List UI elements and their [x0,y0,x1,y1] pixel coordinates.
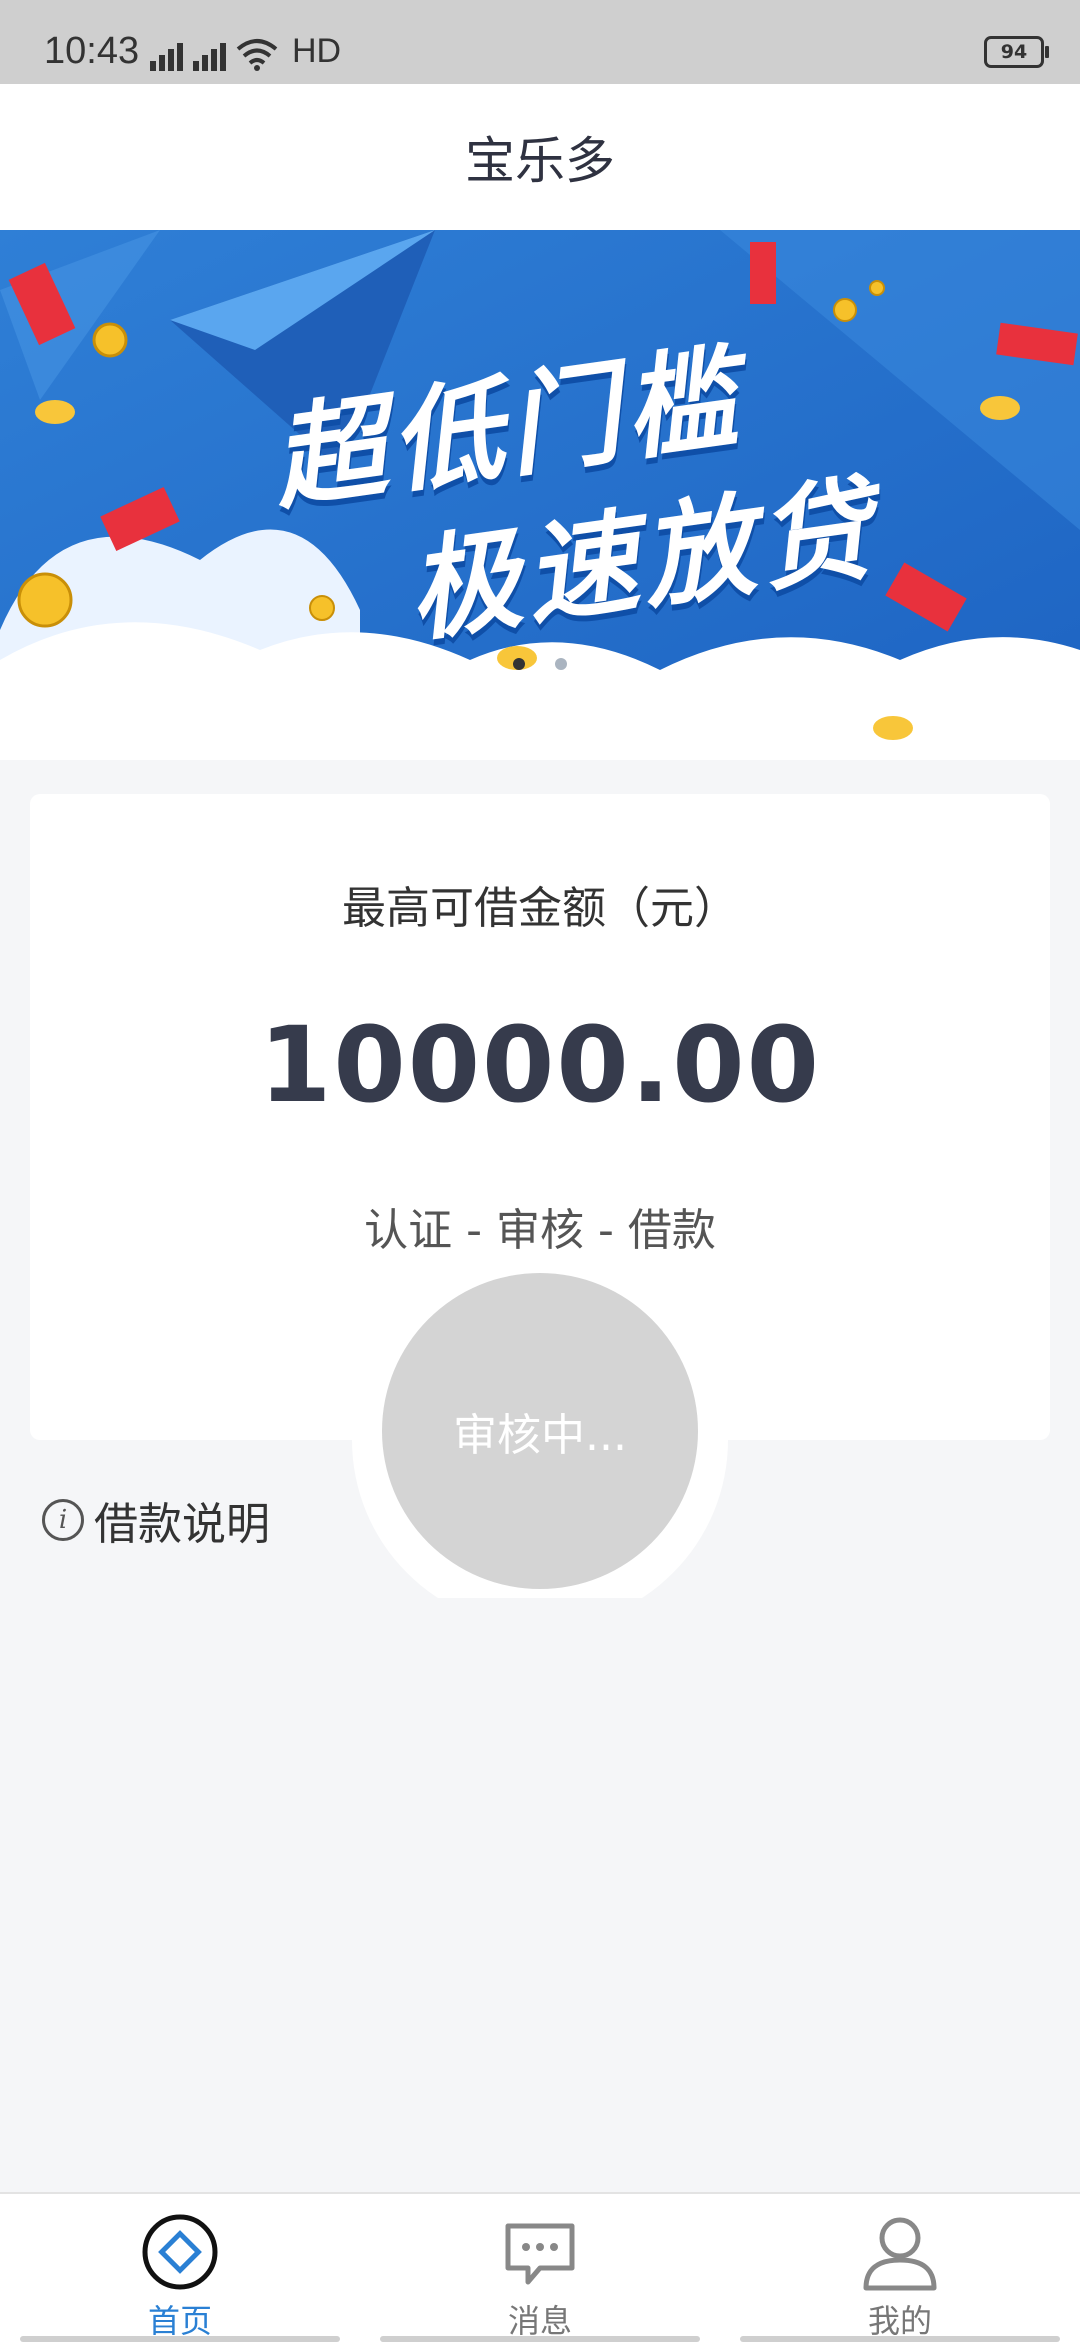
review-status-button[interactable]: 审核中... [382,1273,698,1589]
max-loan-amount: 10000.00 [258,1004,822,1126]
nav-underline [20,2336,340,2342]
status-bar: 10:43 HD 94 [0,0,1080,84]
nav-underline [740,2336,1060,2342]
carousel-indicator [0,658,1080,670]
loan-info-link[interactable]: i 借款说明 [42,1488,270,1552]
nav-underline [380,2336,700,2342]
loan-steps: 认证 - 审核 - 借款 [364,1205,716,1256]
status-icons: HD [150,32,341,71]
user-profile-icon [863,2217,937,2291]
nav-home[interactable]: 首页 [0,2194,360,2342]
max-loan-label: 最高可借金额（元） [342,883,738,934]
wifi-icon [236,39,278,71]
nav-messages[interactable]: 消息 [360,2194,720,2342]
battery-icon: 94 [984,36,1049,68]
promo-banner[interactable]: 超低门槛 极速放贷 [0,230,1080,760]
carousel-dot[interactable] [555,658,567,670]
home-diamond-icon [142,2214,218,2290]
info-icon: i [42,1499,84,1541]
signal-icon [150,33,183,71]
carousel-dot-active[interactable] [513,658,525,670]
bottom-navigation: 首页 消息 我的 [0,2192,1080,2342]
message-bubble-icon [505,2223,575,2285]
loan-info-label: 借款说明 [94,1499,270,1550]
status-time: 10:43 [44,30,140,72]
page-title: 宝乐多 [0,84,1080,230]
network-label: HD [292,32,342,70]
signal-icon [193,33,226,71]
nav-profile[interactable]: 我的 [720,2194,1080,2342]
